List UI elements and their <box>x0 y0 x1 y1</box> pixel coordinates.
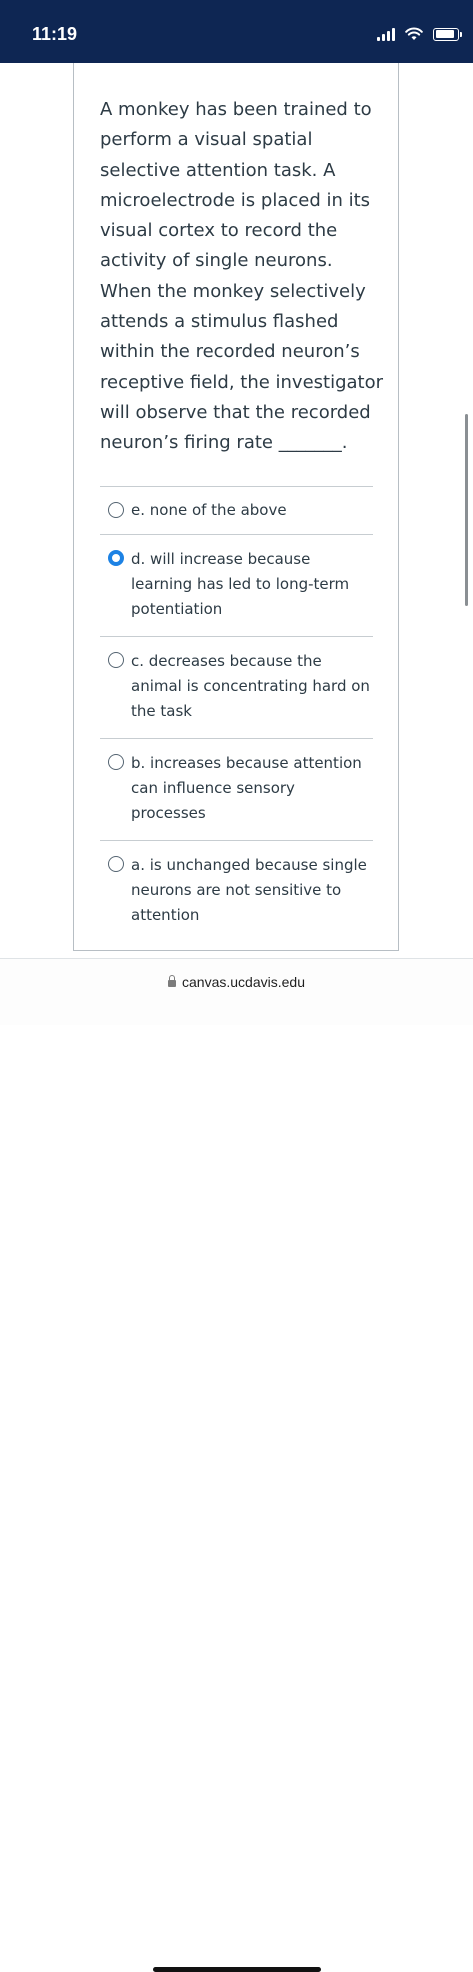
answer-option-e[interactable]: e. none of the above <box>100 486 373 534</box>
answer-list: e. none of the above d. will increase be… <box>100 486 373 942</box>
url-text: canvas.ucdavis.edu <box>182 974 305 990</box>
answer-option-c[interactable]: c. decreases because the animal is conce… <box>100 636 373 738</box>
answer-label: a. is unchanged because single neurons a… <box>131 856 367 924</box>
answer-option-b[interactable]: b. increases because attention can influ… <box>100 738 373 840</box>
radio-button-icon[interactable] <box>108 652 124 668</box>
home-indicator[interactable] <box>153 1967 321 1972</box>
url-display[interactable]: canvas.ucdavis.edu <box>0 974 473 990</box>
answer-label: b. increases because attention can influ… <box>131 754 362 822</box>
radio-button-selected-icon[interactable] <box>108 550 124 566</box>
question-text: A monkey has been trained to perform a v… <box>100 99 384 454</box>
status-time: 11:19 <box>32 24 78 44</box>
status-bar: 11:19 <box>0 0 473 63</box>
lock-icon <box>168 975 177 987</box>
cellular-signal-icon <box>377 27 395 41</box>
radio-button-icon[interactable] <box>108 856 124 872</box>
browser-address-bar[interactable]: canvas.ucdavis.edu <box>0 958 473 1972</box>
battery-icon <box>433 27 462 41</box>
answer-option-d[interactable]: d. will increase because learning has le… <box>100 534 373 636</box>
answer-option-a[interactable]: a. is unchanged because single neurons a… <box>100 840 373 942</box>
answer-label: d. will increase because learning has le… <box>131 550 350 618</box>
status-icons <box>377 24 462 44</box>
radio-button-icon[interactable] <box>108 754 124 770</box>
wifi-icon <box>405 27 423 40</box>
quiz-question-card: A monkey has been trained to perform a v… <box>73 63 399 951</box>
answer-label: e. none of the above <box>131 501 287 519</box>
answer-label: c. decreases because the animal is conce… <box>131 652 370 720</box>
scrollbar[interactable] <box>465 414 468 606</box>
radio-button-icon[interactable] <box>108 502 124 518</box>
